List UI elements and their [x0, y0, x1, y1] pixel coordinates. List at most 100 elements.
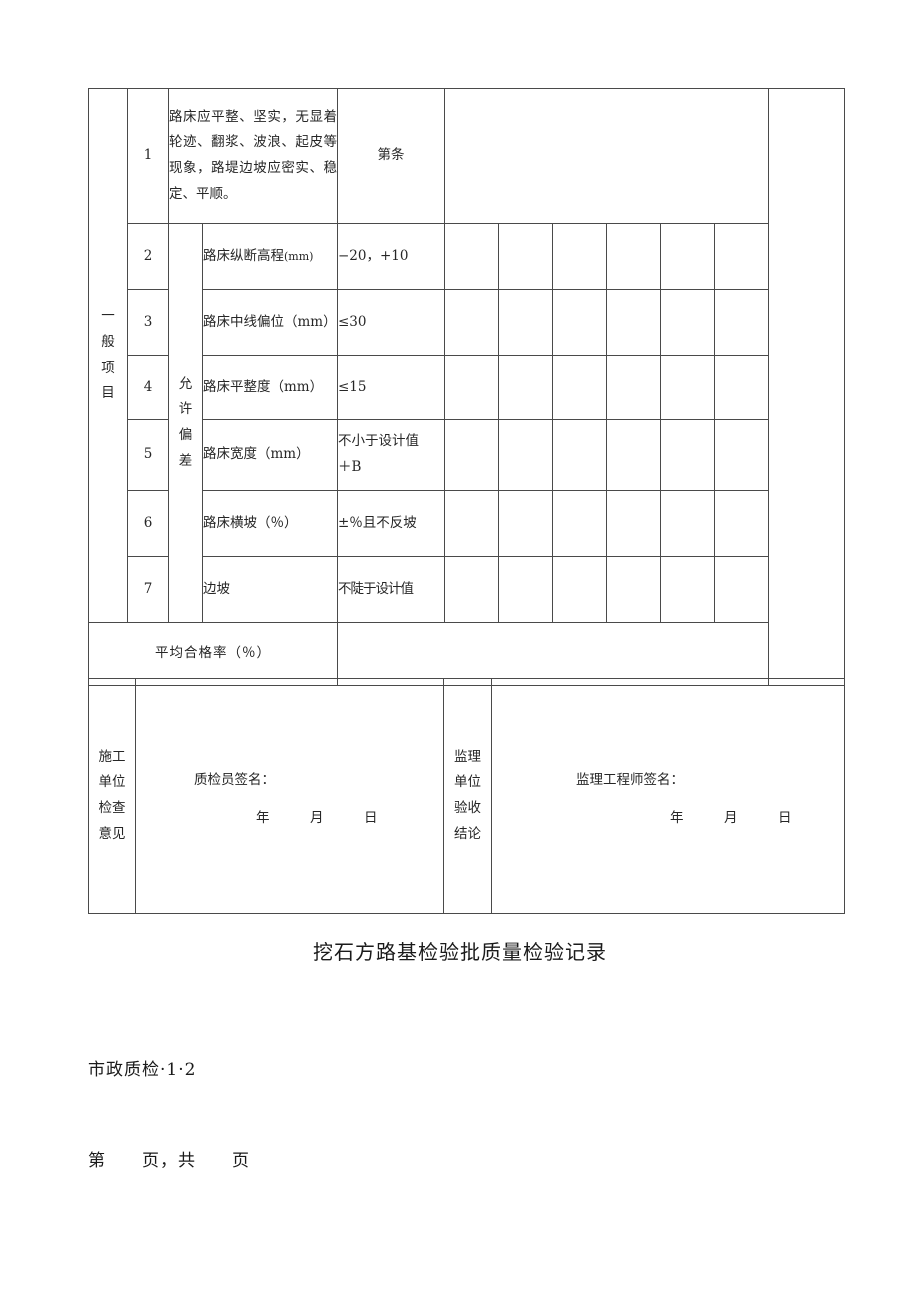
check-cell[interactable] [498, 490, 553, 557]
table-row: 3 路床中线偏位（mm） ≤30 [89, 289, 845, 356]
check-cell[interactable] [498, 419, 553, 491]
check-cell[interactable] [498, 289, 553, 356]
supervision-label-part-3: 验收 [454, 800, 481, 816]
tolerance-label-cell: 允 许 偏 差 [168, 223, 203, 623]
row-number-4: 4 [127, 355, 169, 420]
row-number-2: 2 [127, 223, 169, 290]
check-cell[interactable] [660, 289, 715, 356]
construction-label-part-3: 检查 [98, 800, 126, 816]
check-cell[interactable] [606, 490, 661, 557]
check-cell[interactable] [606, 355, 661, 420]
row-number-7: 7 [127, 556, 169, 623]
row-item-name-5: 路床宽度（mm） [202, 419, 338, 491]
row-item-value-3: ≤30 [337, 289, 445, 356]
check-cell[interactable] [606, 556, 661, 623]
inspection-form-table: 一 般 项 目 1 路床应平整、坚实，无显着轮迹、翻浆、波浪、起皮等现象，路堤边… [88, 88, 846, 686]
supervision-label-part-1: 监理 [454, 748, 481, 765]
supervision-label-part-2: 单位 [454, 774, 481, 791]
check-cell[interactable] [606, 223, 661, 290]
tolerance-label-char-1: 允 [178, 375, 193, 392]
row-number-5: 5 [127, 419, 169, 491]
check-cell[interactable] [660, 419, 715, 491]
average-pass-rate-row: 平均合格率（％） [88, 622, 845, 686]
check-cell[interactable] [606, 289, 661, 356]
category-label-char-2: 般 [101, 333, 115, 350]
category-label-char-3: 项 [101, 359, 115, 376]
check-cell[interactable] [498, 556, 553, 623]
document-page: 一 般 项 目 1 路床应平整、坚实，无显着轮迹、翻浆、波浪、起皮等现象，路堤边… [0, 0, 920, 1302]
signature-table: 施工 单位 检查 意见 质检员签名： 年 月 日 监理 单位 验收 结论 监理工… [88, 678, 845, 914]
row-item-name-4: 路床平整度（mm） [202, 355, 338, 420]
check-cell[interactable] [552, 556, 607, 623]
check-cell[interactable] [660, 556, 715, 623]
row-item-name-7: 边坡 [202, 556, 338, 623]
check-cell[interactable] [713, 419, 770, 491]
row-item-value-1: 第条 [337, 88, 445, 224]
check-cell[interactable] [444, 355, 499, 420]
row-item-name-2: 路床纵断高程(mm) [202, 223, 338, 290]
construction-unit-side-label: 施工 单位 检查 意见 [88, 678, 136, 914]
tolerance-label-char-3: 偏 [178, 427, 193, 443]
supervision-label-part-4: 结论 [454, 825, 481, 842]
check-cell[interactable] [552, 355, 607, 420]
quality-inspector-signature-label: 质检员签名： [194, 772, 275, 789]
row-item-value-4: ≤15 [337, 355, 445, 420]
check-cell[interactable] [552, 419, 607, 491]
category-label-char-4: 目 [101, 385, 115, 402]
check-cell[interactable] [444, 223, 499, 290]
table-row: 4 路床平整度（mm） ≤15 [89, 355, 845, 420]
row-number-6: 6 [127, 490, 169, 557]
average-pass-rate-label: 平均合格率（％） [88, 622, 338, 686]
average-pass-rate-value[interactable] [336, 622, 770, 686]
row-item-value-6: ±％且不反坡 [337, 490, 445, 557]
row-item-name-6: 路床横坡（％） [202, 490, 338, 557]
supervision-engineer-signature-label: 监理工程师签名： [576, 772, 684, 789]
table-row: 2 允 许 偏 差 路床纵断高程(mm) −20，+10 [89, 223, 845, 623]
construction-unit-date-line: 年 月 日 [256, 810, 378, 826]
check-cell[interactable] [606, 419, 661, 491]
check-cell[interactable] [498, 223, 553, 290]
form-code: 市政质检·1·2 [88, 1060, 197, 1080]
check-cell[interactable] [713, 556, 770, 623]
table-row: 6 路床横坡（％） ±％且不反坡 [89, 490, 845, 557]
supervision-unit-signature-area[interactable]: 监理工程师签名： 年 月 日 [491, 678, 845, 914]
check-cell[interactable] [713, 223, 770, 290]
document-title: 挖石方路基检验批质量检验记录 [313, 940, 607, 964]
construction-label-part-1: 施工 [98, 748, 126, 765]
category-label-cell: 一 般 项 目 [88, 88, 128, 623]
row-item-name-3: 路床中线偏位（mm） [202, 289, 338, 356]
check-cell[interactable] [552, 490, 607, 557]
check-cell[interactable] [444, 556, 499, 623]
check-cell[interactable] [713, 289, 770, 356]
supervision-unit-date-line: 年 月 日 [670, 810, 792, 826]
check-cell[interactable] [498, 355, 553, 420]
tolerance-label-char-4: 差 [178, 452, 193, 469]
check-cell[interactable] [552, 289, 607, 356]
construction-unit-signature-area[interactable]: 质检员签名： 年 月 日 [135, 678, 444, 914]
construction-label-part-2: 单位 [98, 774, 126, 791]
row-number-3: 3 [127, 289, 169, 356]
page-number-line: 第 页，共 页 [88, 1151, 250, 1171]
row-item-value-2: −20，+10 [337, 223, 445, 290]
construction-label-part-4: 意见 [98, 825, 126, 842]
row-item-name-2-text: 路床纵断高程 [203, 247, 284, 264]
check-cell[interactable] [660, 223, 715, 290]
row-item-unit-2: (mm) [284, 249, 314, 263]
category-label-char-1: 一 [101, 308, 115, 325]
tolerance-label-char-2: 许 [178, 401, 193, 418]
check-cell[interactable] [660, 490, 715, 557]
table-row: 5 路床宽度（mm） 不小于设计值 ＋B [89, 419, 845, 491]
check-cell[interactable] [444, 289, 499, 356]
check-cell[interactable] [552, 223, 607, 290]
row-check-area-1[interactable] [443, 88, 770, 224]
signature-row: 施工 单位 检查 意见 质检员签名： 年 月 日 监理 单位 验收 结论 监理工… [88, 678, 845, 914]
row-item-value-7: 不陡于设计值 [337, 556, 445, 623]
supervision-unit-side-label: 监理 单位 验收 结论 [443, 678, 492, 914]
check-cell[interactable] [713, 490, 770, 557]
check-cell[interactable] [444, 419, 499, 491]
remarks-column-cell[interactable] [768, 88, 846, 686]
check-cell[interactable] [713, 355, 770, 420]
check-cell[interactable] [444, 490, 499, 557]
table-row: 一 般 项 目 1 路床应平整、坚实，无显着轮迹、翻浆、波浪、起皮等现象，路堤边… [88, 88, 846, 686]
check-cell[interactable] [660, 355, 715, 420]
